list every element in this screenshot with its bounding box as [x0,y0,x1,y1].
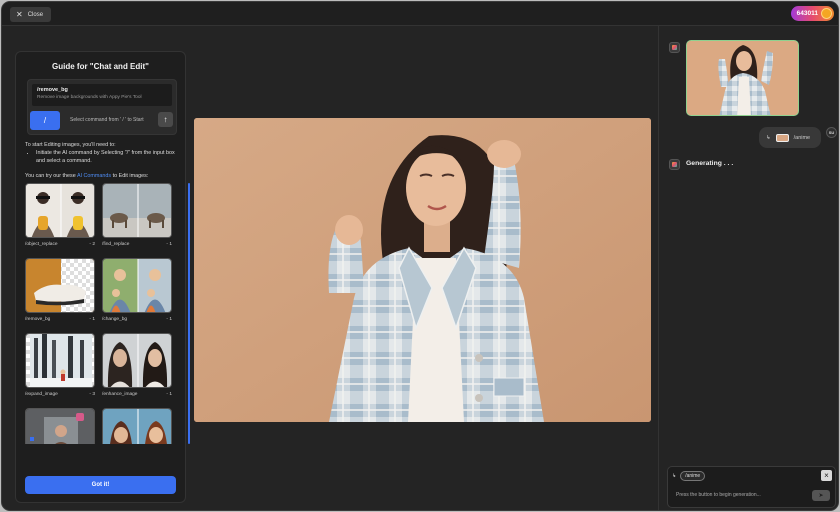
example-card-label: /change_bg [102,317,128,322]
ai-commands-link[interactable]: AI Commands [77,173,111,179]
chat-uploaded-image[interactable] [686,40,799,116]
guide-panel: Guide for "Chat and Edit" /remove_bg Rem… [15,51,190,503]
selected-command: ↳ /anime [672,471,706,481]
command-name: /remove_bg [37,87,68,93]
chat-panel: ↳ /anime SU Generating . . . ↳ /anime × … [659,26,838,510]
command-description: Remove image backgrounds with Appy Pie's… [37,95,142,100]
example-card-count: - 1 [166,317,172,322]
assistant-avatar-icon [669,42,680,53]
send-button[interactable]: ➤ [812,490,830,501]
message-thumbnail [775,133,789,142]
example-card-remove-bg[interactable]: /remove_bg - 1 [25,258,95,322]
instructions: To start Editing images, you'll need to:… [25,141,180,165]
example-card-label: /find_replace [102,242,130,247]
example-thumbnail [25,258,95,313]
command-examples-grid: /object_replace - 2 /find_replace - 1 /r… [25,183,173,444]
example-card-enhance-image[interactable]: /enhance_image - 1 [102,333,172,397]
example-thumbnail [102,183,172,238]
example-card-count: - 2 [89,242,95,247]
example-card-label: /expand_image [25,392,58,397]
slash-command-button[interactable]: / [30,111,60,130]
example-thumbnail [102,258,172,313]
close-icon: ✕ [16,9,23,19]
select-command-hint: Select command from ' / ' to Start [70,117,144,123]
example-thumbnail [25,408,95,444]
arrow-up-icon: ↑ [158,112,173,127]
reply-arrow-icon: ↳ [766,134,771,141]
example-card-label: /remove_bg [25,317,51,322]
top-bar: ✕ Close 643011 [2,2,838,26]
command-chip[interactable]: /anime [680,471,706,481]
guide-title: Guide for "Chat and Edit" [52,62,149,71]
reply-arrow-icon: ↳ [672,473,677,479]
instructions-step: Initiate the AI command by Selecting "/"… [36,149,180,165]
example-card-find-replace[interactable]: /find_replace - 1 [102,183,172,247]
example-card-count: - 1 [166,392,172,397]
example-thumbnail [25,333,95,388]
user-message-bubble: ↳ /anime [759,127,821,148]
main-image [194,118,651,422]
credits-badge[interactable]: 643011 [790,6,834,21]
guide-scrollbar[interactable] [188,183,190,444]
user-avatar: SU [826,127,837,138]
example-card-count: - 1 [89,317,95,322]
generating-status: Generating . . . [686,160,734,167]
example-card-label: /enhance_image [102,392,138,397]
close-button[interactable]: ✕ Close [10,7,52,22]
command-preview: /remove_bg Remove image backgrounds with… [27,79,177,135]
command-card: /remove_bg Remove image backgrounds with… [32,84,172,106]
example-thumbnail [102,333,172,388]
example-card-change-bg[interactable]: /change_bg - 1 [102,258,172,322]
credits-count: 643011 [796,10,818,17]
example-card-8[interactable] [102,408,172,444]
close-label: Close [27,11,44,18]
user-command-text: /anime [793,134,811,141]
try-commands-line: You can try our these AI Commands to Edi… [25,173,148,179]
input-hint: Press the button to begin generation... [676,492,761,498]
example-card-object-replace[interactable]: /object_replace - 2 [25,183,95,247]
clear-command-button[interactable]: × [821,470,832,481]
app-window: ✕ Close 643011 Guide for "Chat and Edit"… [1,1,839,511]
example-thumbnail [102,408,172,444]
coin-icon [821,8,832,19]
example-card-count: - 1 [166,242,172,247]
example-card-label: /object_replace [25,242,58,247]
try-prefix: You can try our these [25,173,77,179]
chat-input-box[interactable]: ↳ /anime × Press the button to begin gen… [667,466,836,508]
try-suffix: to Edit images: [111,173,149,179]
example-card-expand-image[interactable]: /expand_image - 3 [25,333,95,397]
instructions-intro: To start Editing images, you'll need to: [25,142,116,148]
send-icon: ➤ [818,493,824,499]
got-it-button[interactable]: Got it! [25,476,176,494]
example-card-count: - 3 [89,392,95,397]
example-card-7[interactable] [25,408,95,444]
example-thumbnail [25,183,95,238]
assistant-avatar-icon [669,159,680,170]
